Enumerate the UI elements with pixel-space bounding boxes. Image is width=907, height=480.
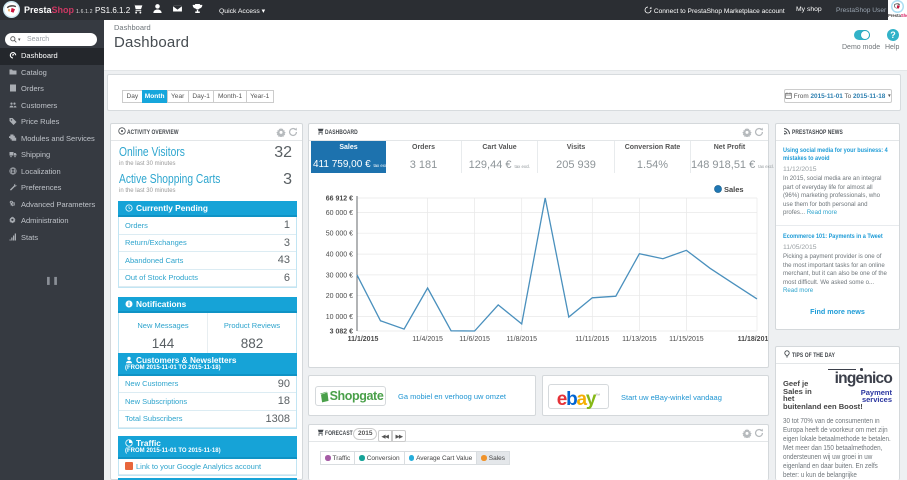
svg-text:50 000 €: 50 000 € xyxy=(326,231,353,238)
svg-text:11/4/2015: 11/4/2015 xyxy=(412,336,443,343)
svg-text:66 912 €: 66 912 € xyxy=(326,196,353,203)
svg-text:3 082 €: 3 082 € xyxy=(330,329,353,336)
svg-text:11/15/2015: 11/15/2015 xyxy=(669,336,704,343)
svg-text:11/8/2015: 11/8/2015 xyxy=(506,336,537,343)
svg-text:11/1/2015: 11/1/2015 xyxy=(348,336,379,343)
svg-text:11/18/201: 11/18/201 xyxy=(738,336,768,343)
svg-text:40 000 €: 40 000 € xyxy=(326,252,353,259)
svg-text:11/11/2015: 11/11/2015 xyxy=(575,336,609,343)
svg-text:11/13/2015: 11/13/2015 xyxy=(622,336,657,343)
svg-text:20 000 €: 20 000 € xyxy=(326,293,353,300)
svg-text:30 000 €: 30 000 € xyxy=(326,272,353,279)
svg-text:11/6/2015: 11/6/2015 xyxy=(459,336,490,343)
svg-text:60 000 €: 60 000 € xyxy=(326,210,353,217)
svg-text:10 000 €: 10 000 € xyxy=(326,314,353,321)
svg-text:Sales: Sales xyxy=(724,185,744,194)
